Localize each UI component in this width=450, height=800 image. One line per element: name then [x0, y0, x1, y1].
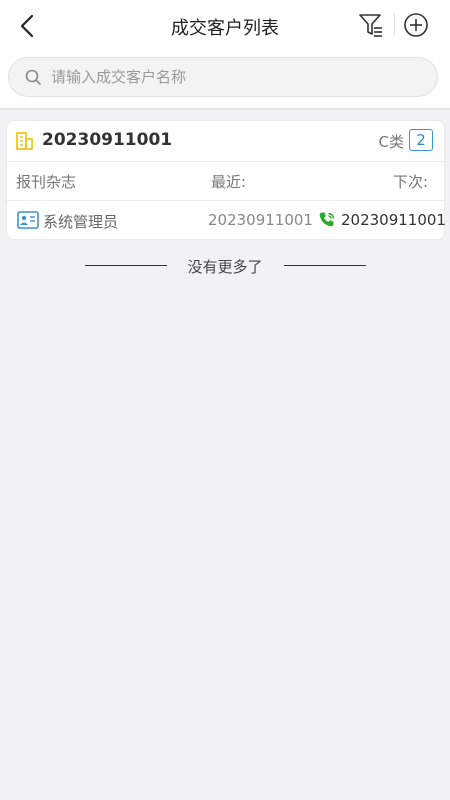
owner-name: 系统管理员 — [43, 213, 119, 231]
building-icon — [16, 132, 33, 150]
magazine-label: 报刊杂志 — [16, 173, 77, 191]
list-end-indicator: 没有更多了 — [0, 256, 450, 276]
next-label: 下次: — [392, 173, 428, 191]
phone-icon[interactable] — [318, 211, 336, 229]
recent-label: 最近: — [211, 173, 247, 191]
no-more-text: 没有更多了 — [187, 258, 263, 276]
plus-circle-icon — [404, 13, 428, 37]
search-input[interactable] — [51, 68, 391, 86]
filter-button[interactable] — [357, 11, 385, 39]
header-divider — [394, 14, 395, 36]
customer-id: 20230911001 — [42, 130, 173, 150]
recent-value: 20230911001 — [208, 211, 313, 229]
card-header-row: 20230911001 C类 2 — [7, 121, 444, 161]
search-icon — [25, 69, 41, 85]
app: 成交客户列表 请输入成交客户名称 20230911001 C类 2 报刊杂志 最… — [0, 0, 450, 800]
id-card-icon — [17, 211, 39, 229]
search-bar[interactable] — [8, 57, 438, 97]
nav-bar: 成交客户列表 — [0, 0, 450, 52]
customer-card[interactable]: 20230911001 C类 2 报刊杂志 最近: 下次: 系统管理员 2023… — [6, 120, 446, 241]
count-badge: 2 — [409, 129, 433, 151]
card-label-row: 报刊杂志 最近: 下次: — [7, 162, 444, 200]
card-detail-row: 系统管理员 20230911001 20230911001 — [7, 201, 446, 241]
header-separator — [0, 108, 450, 110]
header: 成交客户列表 — [0, 0, 450, 110]
filter-icon — [359, 14, 382, 37]
customer-category: C类 — [378, 133, 404, 151]
next-value: 20230911001 — [341, 211, 446, 229]
add-customer-button[interactable] — [402, 11, 430, 39]
list-end-line-right — [284, 265, 366, 266]
